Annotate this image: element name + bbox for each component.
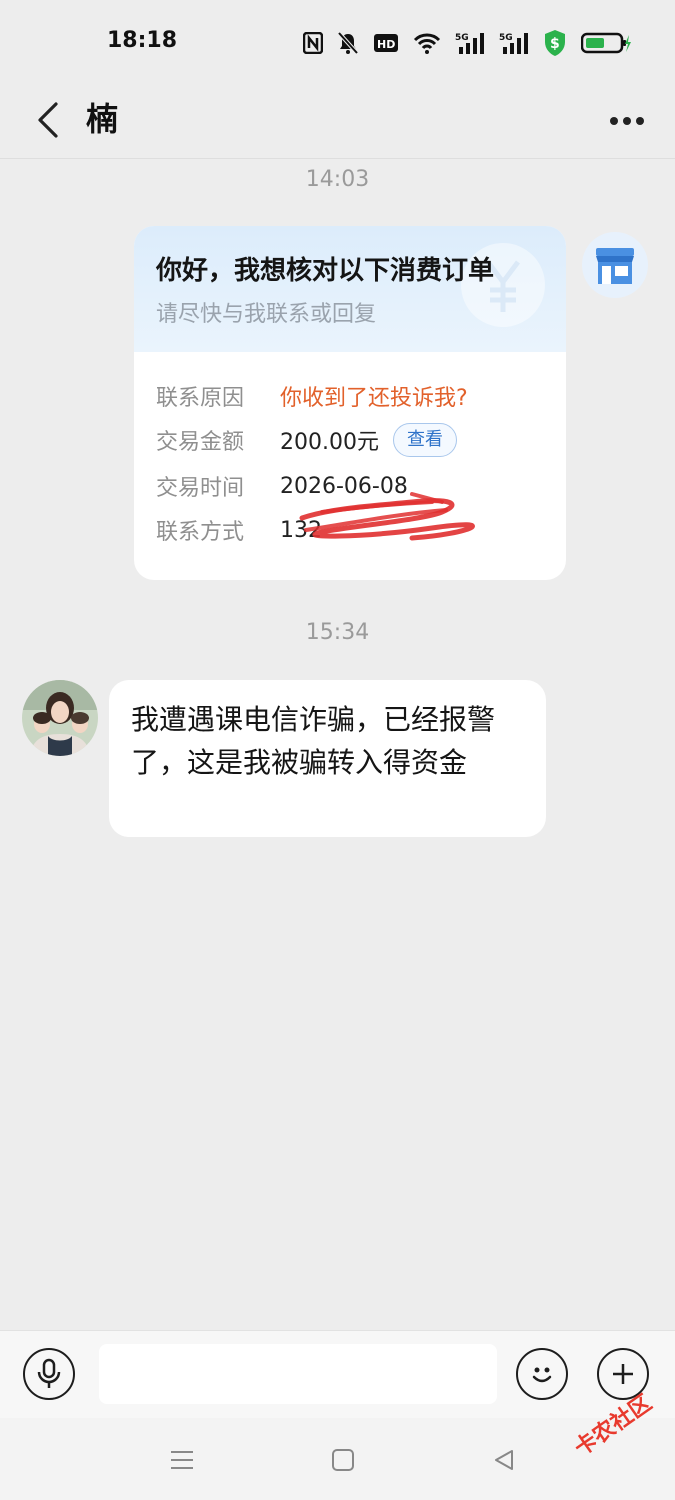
svg-text:5G: 5G: [499, 33, 513, 43]
row-label: 交易金额: [156, 430, 245, 455]
smiley-icon: [532, 1367, 552, 1383]
status-bar: 18:18 HD 5G 5G $: [0, 0, 675, 84]
svg-text:$: $: [550, 36, 560, 52]
back-button[interactable]: [28, 92, 68, 148]
message-timestamp: 15:34: [305, 620, 370, 645]
signal-5g-icon: 5G: [455, 33, 484, 54]
row-value: 200.00元: [280, 430, 379, 455]
wifi-icon: [413, 33, 441, 54]
redaction-scribble: [299, 492, 475, 541]
chevron-left-icon: [38, 102, 58, 138]
triangle-back-icon: [495, 1450, 513, 1470]
more-options-button[interactable]: [607, 96, 647, 146]
battery-icon: [581, 32, 631, 54]
system-back-button[interactable]: [486, 1442, 522, 1478]
input-bar: [0, 1330, 675, 1419]
nfc-icon: [303, 32, 323, 54]
order-card-header: 你好，我想核对以下消费订单 请尽快与我联系或回复: [134, 226, 566, 352]
avatar-image: [22, 680, 98, 756]
order-card-subtitle: 请尽快与我联系或回复: [156, 302, 377, 327]
recent-apps-button[interactable]: [164, 1442, 200, 1478]
row-label: 交易时间: [156, 476, 245, 501]
svg-text:HD: HD: [377, 38, 395, 51]
hd-icon: HD: [374, 34, 398, 52]
message-input[interactable]: [99, 1344, 497, 1404]
order-row-amount: 交易金额 200.00元 查看: [156, 422, 457, 458]
signal-5g-icon-2: 5G: [499, 33, 528, 54]
svg-text:5G: 5G: [455, 33, 469, 43]
contact-avatar[interactable]: [22, 680, 98, 756]
row-label: 联系原因: [156, 386, 245, 411]
row-value: 你收到了还投诉我?: [280, 386, 468, 411]
chat-title: 楠: [86, 100, 119, 138]
row-label: 联系方式: [156, 520, 245, 545]
emoji-button[interactable]: [516, 1348, 568, 1400]
status-time: 18:18: [107, 28, 178, 53]
chat-header: 楠: [0, 84, 675, 159]
square-icon: [332, 1449, 354, 1471]
menu-lines-icon: [171, 1451, 193, 1469]
message-timestamp: 14:03: [305, 167, 370, 192]
more-dots-icon: [610, 117, 644, 125]
merchant-avatar[interactable]: [582, 232, 648, 298]
view-amount-button[interactable]: 查看: [392, 423, 457, 457]
shield-dollar-icon: $: [545, 30, 565, 56]
microphone-icon: [37, 1358, 61, 1388]
received-message-bubble[interactable]: 我遭遇课电信诈骗，已经报警了，这是我被骗转入得资金: [109, 680, 546, 837]
status-icons: HD 5G 5G $: [303, 28, 631, 58]
home-button[interactable]: [325, 1442, 361, 1478]
order-card-title: 你好，我想核对以下消费订单: [156, 256, 495, 286]
order-row-reason: 联系原因 你收到了还投诉我?: [156, 378, 468, 414]
mute-bell-icon: [337, 31, 359, 55]
plus-icon: [613, 1364, 633, 1384]
shop-icon: [596, 248, 634, 284]
voice-button[interactable]: [23, 1348, 75, 1400]
